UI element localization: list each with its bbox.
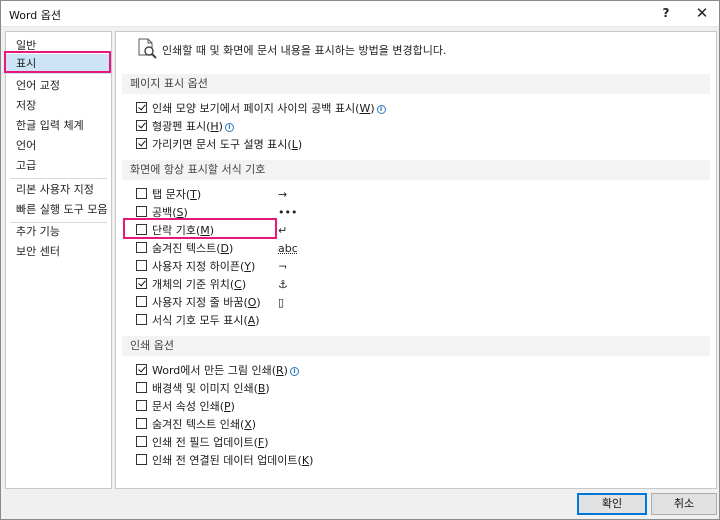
window-title: Word 옵션 bbox=[9, 9, 62, 22]
option-print-drawings[interactable]: Word에서 만든 그림 인쇄(R) i bbox=[136, 362, 299, 380]
options-nav: 일반 표시 언어 교정 저장 한글 입력 체계 언어 고급 리본 사용자 지정 … bbox=[5, 31, 112, 489]
nav-item-general[interactable]: 일반 bbox=[6, 36, 111, 56]
panel-description: 인쇄할 때 및 화면에 문서 내용을 표시하는 방법을 변경합니다. bbox=[162, 44, 447, 57]
section-print: 인쇄 옵션 bbox=[122, 336, 710, 356]
title-bar: Word 옵션 ? ✕ bbox=[1, 1, 719, 27]
word-options-dialog: Word 옵션 ? ✕ 일반 표시 언어 교정 저장 한글 입력 체계 언어 고… bbox=[0, 0, 720, 520]
checkbox[interactable] bbox=[136, 296, 147, 307]
tab-arrow-icon: → bbox=[278, 188, 288, 201]
paragraph-mark-icon: ↵ bbox=[278, 224, 288, 237]
option-show-tooltips[interactable]: 가리키면 문서 도구 설명 표시(L) bbox=[136, 136, 302, 154]
option-show-whitespace[interactable]: 인쇄 모양 보기에서 페이지 사이의 공백 표시(W) i bbox=[136, 100, 386, 118]
help-button[interactable]: ? bbox=[649, 1, 683, 26]
checkbox[interactable] bbox=[136, 260, 147, 271]
option-update-fields[interactable]: 인쇄 전 필드 업데이트(F) bbox=[136, 434, 269, 452]
checkbox[interactable] bbox=[136, 314, 147, 325]
option-print-hidden-text[interactable]: 숨겨진 텍스트 인쇄(X) bbox=[136, 416, 256, 434]
info-icon[interactable]: i bbox=[224, 123, 234, 132]
nav-item-display[interactable]: 표시 bbox=[6, 54, 111, 74]
section-page-display: 페이지 표시 옵션 bbox=[122, 74, 710, 94]
cancel-button[interactable]: 취소 bbox=[651, 493, 717, 515]
option-paragraph-marks[interactable]: 단락 기호(M) ↵ bbox=[136, 222, 287, 240]
option-print-background[interactable]: 배경색 및 이미지 인쇄(B) bbox=[136, 380, 270, 398]
hyphen-mark-icon: ¬ bbox=[278, 260, 288, 273]
nav-item-quick-access-toolbar[interactable]: 빠른 실행 도구 모음 bbox=[6, 200, 111, 220]
option-show-all-marks[interactable]: 서식 기호 모두 표시(A) bbox=[136, 312, 260, 330]
anchor-icon: ⚓ bbox=[278, 278, 288, 291]
option-tab-characters[interactable]: 탭 문자(T) → bbox=[136, 186, 287, 204]
option-print-properties[interactable]: 문서 속성 인쇄(P) bbox=[136, 398, 235, 416]
checkbox[interactable] bbox=[136, 138, 147, 149]
checkbox[interactable] bbox=[136, 102, 147, 113]
option-hidden-text[interactable]: 숨겨진 텍스트(D) abc bbox=[136, 240, 298, 258]
option-spaces[interactable]: 공백(S) ••• bbox=[136, 204, 297, 222]
checkbox[interactable] bbox=[136, 224, 147, 235]
option-show-highlighter[interactable]: 형광펜 표시(H) i bbox=[136, 118, 234, 136]
checkbox[interactable] bbox=[136, 364, 147, 375]
space-dots-icon: ••• bbox=[278, 206, 298, 219]
option-optional-hyphens[interactable]: 사용자 지정 하이픈(Y) ¬ bbox=[136, 258, 287, 276]
option-optional-breaks[interactable]: 사용자 지정 줄 바꿈(O) ▯ bbox=[136, 294, 284, 312]
nav-item-proofing[interactable]: 언어 교정 bbox=[6, 76, 111, 96]
checkbox[interactable] bbox=[136, 120, 147, 131]
section-format-marks: 화면에 항상 표시할 서식 기호 bbox=[122, 160, 710, 180]
document-magnifier-icon bbox=[138, 38, 157, 59]
checkbox[interactable] bbox=[136, 418, 147, 429]
nav-item-korean-input[interactable]: 한글 입력 체계 bbox=[6, 116, 111, 136]
nav-item-customize-ribbon[interactable]: 리본 사용자 지정 bbox=[6, 180, 111, 200]
checkbox[interactable] bbox=[136, 242, 147, 253]
checkbox[interactable] bbox=[136, 454, 147, 465]
nav-item-trust-center[interactable]: 보안 센터 bbox=[6, 242, 111, 262]
ok-button[interactable]: 확인 bbox=[577, 493, 647, 515]
checkbox[interactable] bbox=[136, 436, 147, 447]
checkbox[interactable] bbox=[136, 400, 147, 411]
nav-item-save[interactable]: 저장 bbox=[6, 96, 111, 116]
checkbox[interactable] bbox=[136, 188, 147, 199]
nav-separator bbox=[10, 178, 107, 179]
option-update-linked-data[interactable]: 인쇄 전 연결된 데이터 업데이트(K) bbox=[136, 452, 313, 470]
close-button[interactable]: ✕ bbox=[685, 1, 719, 26]
nav-item-add-ins[interactable]: 추가 기능 bbox=[6, 222, 111, 242]
nav-item-advanced[interactable]: 고급 bbox=[6, 156, 111, 176]
option-object-anchors[interactable]: 개체의 기준 위치(C) ⚓ bbox=[136, 276, 288, 294]
hidden-text-icon: abc bbox=[278, 242, 298, 255]
nav-item-language[interactable]: 언어 bbox=[6, 136, 111, 156]
line-break-icon: ▯ bbox=[278, 296, 285, 309]
checkbox[interactable] bbox=[136, 206, 147, 217]
info-icon[interactable]: i bbox=[376, 105, 386, 114]
checkbox[interactable] bbox=[136, 382, 147, 393]
info-icon[interactable]: i bbox=[289, 367, 299, 376]
checkbox[interactable] bbox=[136, 278, 147, 289]
options-panel: 인쇄할 때 및 화면에 문서 내용을 표시하는 방법을 변경합니다. 페이지 표… bbox=[115, 31, 717, 489]
